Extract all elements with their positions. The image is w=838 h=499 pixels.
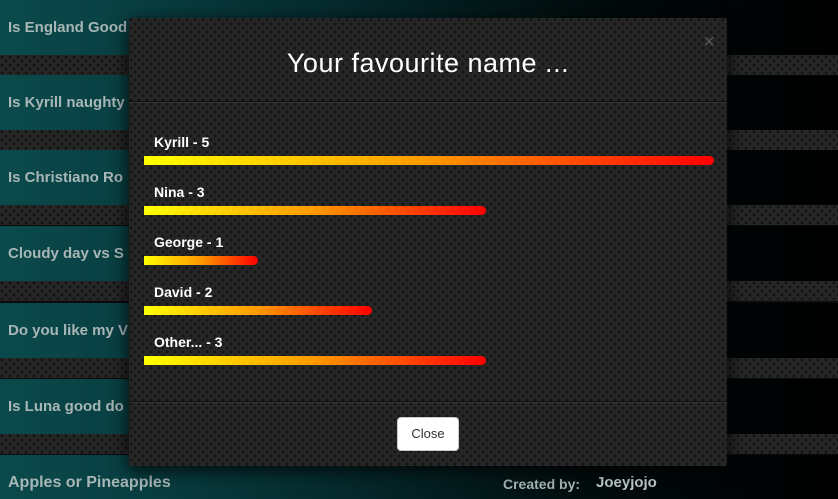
question-title[interactable]: Cloudy day vs S [8,226,124,281]
poll-bar [144,206,486,215]
results-modal: × Your favourite name ... Kyrill - 5 Nin… [129,18,727,466]
poll-result-label: George - 1 [154,234,224,250]
close-button[interactable]: Close [397,417,459,451]
poll-bar [144,156,714,165]
poll-result-label: David - 2 [154,284,213,300]
poll-result: George - 1 [144,234,714,274]
question-title[interactable]: Is Kyrill naughty [8,75,125,130]
question-title[interactable]: Is Luna good do [8,379,124,434]
poll-bar-track [144,206,714,215]
poll-result-label: Other... - 3 [154,334,223,350]
question-title[interactable]: Is England Good [8,0,127,55]
modal-title: Your favourite name ... [286,48,570,78]
created-by-label: Created by: [503,476,581,492]
poll-bar [144,256,258,265]
poll-bar [144,306,372,315]
author-name[interactable]: Joeyjojo [596,474,657,491]
poll-bar-track [144,356,714,365]
poll-bar-track [144,156,714,165]
poll-result-label: Nina - 3 [154,184,205,200]
poll-result: Other... - 3 [144,334,714,374]
question-title[interactable]: Do you like my V [8,303,128,358]
poll-bar [144,356,486,365]
question-title[interactable]: Is Christiano Ro [8,150,123,205]
footer-divider [129,401,727,403]
poll-result: David - 2 [144,284,714,324]
poll-result: Nina - 3 [144,184,714,224]
poll-bar-track [144,256,714,265]
footer-question[interactable]: Apples or Pineapples [8,474,171,492]
poll-result: Kyrill - 5 [144,134,714,174]
poll-bar-track [144,306,714,315]
header-divider [129,101,727,103]
poll-result-label: Kyrill - 5 [154,134,210,150]
